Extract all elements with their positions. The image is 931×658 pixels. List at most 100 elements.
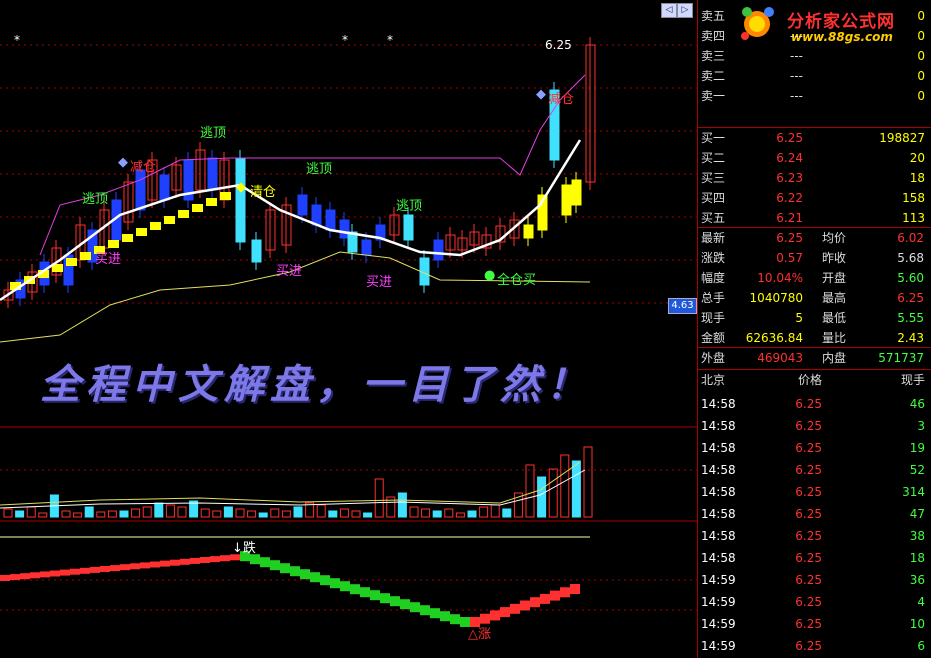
- tick-price: 6.25: [795, 573, 822, 587]
- current-price-tag: 4.63: [668, 298, 697, 314]
- tick-price: 6.25: [795, 529, 822, 543]
- diamond-icon: ◆: [236, 180, 246, 195]
- star-icon: *: [387, 33, 393, 47]
- tick-row[interactable]: 14:58 6.25 47: [698, 503, 931, 525]
- tick-row[interactable]: 14:58 6.25 46: [698, 393, 931, 415]
- indicator-block: [160, 560, 170, 567]
- tick-time: 14:58: [701, 551, 736, 565]
- tick-price: 6.25: [795, 507, 822, 521]
- buy-row[interactable]: 买一 6.25 198827: [698, 128, 931, 148]
- candle-body: [561, 184, 572, 216]
- signal-full-buy: 全仓买: [497, 273, 537, 288]
- indicator-block: [80, 567, 90, 574]
- buy-row[interactable]: 买四 6.22 158: [698, 188, 931, 208]
- signal-buy: 买进: [276, 264, 303, 279]
- candle-body: [433, 239, 444, 261]
- volume-bar: [421, 508, 431, 518]
- tick-volume: 6: [917, 639, 925, 653]
- order-price: ---: [790, 69, 803, 83]
- volume-bar: [548, 468, 558, 518]
- stat-value: 5.68: [897, 251, 924, 265]
- volume-bar: [223, 506, 233, 518]
- stat-value: 5.60: [897, 271, 924, 285]
- signal-bar: [192, 204, 203, 212]
- order-price: ---: [790, 29, 803, 43]
- indicator-block: [50, 570, 60, 577]
- indicator-block: [350, 584, 360, 595]
- order-volume: 158: [902, 191, 925, 205]
- tick-volume: 4: [917, 595, 925, 609]
- indicator-block: [190, 557, 200, 564]
- order-volume: 18: [909, 171, 925, 185]
- volume-bar: [131, 508, 141, 518]
- indicator-block: [340, 581, 350, 592]
- tick-row[interactable]: 14:58 6.25 18: [698, 547, 931, 569]
- tick-row[interactable]: 14:59 6.25 6: [698, 635, 931, 657]
- volume-bar: [293, 506, 303, 518]
- volume-bar: [560, 454, 570, 518]
- order-volume: 0: [917, 89, 925, 103]
- tick-row[interactable]: 14:58 6.25 3: [698, 415, 931, 437]
- tick-time: 14:58: [701, 441, 736, 455]
- signal-bar: [66, 258, 77, 266]
- tick-volume: 47: [909, 507, 925, 521]
- indicator-block: [420, 605, 430, 616]
- volume-bar: [15, 510, 25, 518]
- stat-value: 6.25: [776, 231, 803, 245]
- candle-body: [523, 224, 534, 239]
- tick-time: 14:59: [701, 573, 736, 587]
- signal-bar: [220, 192, 231, 200]
- stat-value: 5.55: [897, 311, 924, 325]
- indicator-block: [170, 559, 180, 566]
- tick-row[interactable]: 14:59 6.25 36: [698, 569, 931, 591]
- stat-value: 5: [795, 311, 803, 325]
- sell-row[interactable]: 卖一 --- 0: [698, 86, 931, 106]
- indicator-block: [280, 563, 290, 574]
- sell-row[interactable]: 卖三 --- 0: [698, 46, 931, 66]
- volume-bar: [467, 510, 477, 518]
- stat-value: 6.02: [897, 231, 924, 245]
- scroll-left-button[interactable]: ◁: [661, 3, 677, 18]
- volume-bar: [432, 510, 442, 518]
- indicator-block: [450, 614, 460, 625]
- buy-row[interactable]: 买五 6.21 113: [698, 208, 931, 228]
- order-price: ---: [790, 49, 803, 63]
- candlestick-chart[interactable]: * * *: [0, 0, 697, 658]
- tick-row[interactable]: 14:59 6.25 10: [698, 613, 931, 635]
- signal-bar: [164, 216, 175, 224]
- tick-row[interactable]: 14:58 6.25 52: [698, 459, 931, 481]
- sell-row[interactable]: 卖四 --- 0: [698, 26, 931, 46]
- sell-row[interactable]: 卖二 --- 0: [698, 66, 931, 86]
- indicator-block: [380, 593, 390, 604]
- volume-bar: [61, 510, 71, 518]
- tick-volume: 52: [909, 463, 925, 477]
- tick-price: 6.25: [795, 551, 822, 565]
- tick-row[interactable]: 14:58 6.25 38: [698, 525, 931, 547]
- indicator-block: [130, 563, 140, 570]
- chart-area[interactable]: * * * ◁ ▷ 6.25 逃顶 逃顶 逃顶 逃顶 ◆ 减仓 ◆ 减仓 ◆ 清仓 …: [0, 0, 697, 658]
- volume-bar: [571, 460, 581, 518]
- tick-volume: 3: [917, 419, 925, 433]
- volume-bar: [26, 506, 36, 518]
- buy-row[interactable]: 买二 6.24 20: [698, 148, 931, 168]
- candle-body: [135, 169, 146, 211]
- indicator-block: [40, 571, 50, 578]
- volume-bar: [73, 512, 83, 518]
- indicator-block: [390, 596, 400, 607]
- indicator-block: [30, 572, 40, 579]
- outer-inner-row: 外盘 469043 内盘 571737: [698, 348, 931, 368]
- indicator-block: [490, 610, 500, 621]
- volume-bar: [96, 511, 106, 518]
- scroll-right-button[interactable]: ▷: [677, 3, 693, 18]
- tick-row[interactable]: 14:59 6.25 4: [698, 591, 931, 613]
- tick-time: 14:58: [701, 419, 736, 433]
- tick-row[interactable]: 14:58 6.25 19: [698, 437, 931, 459]
- buy-row[interactable]: 买三 6.23 18: [698, 168, 931, 188]
- volume-bar: [258, 512, 268, 518]
- indicator-block: [330, 578, 340, 589]
- sell-row[interactable]: 卖五 0: [698, 6, 931, 26]
- order-price: 6.24: [776, 151, 803, 165]
- indicator-block: [0, 575, 10, 581]
- indicator-block: [110, 565, 120, 572]
- tick-row[interactable]: 14:58 6.25 314: [698, 481, 931, 503]
